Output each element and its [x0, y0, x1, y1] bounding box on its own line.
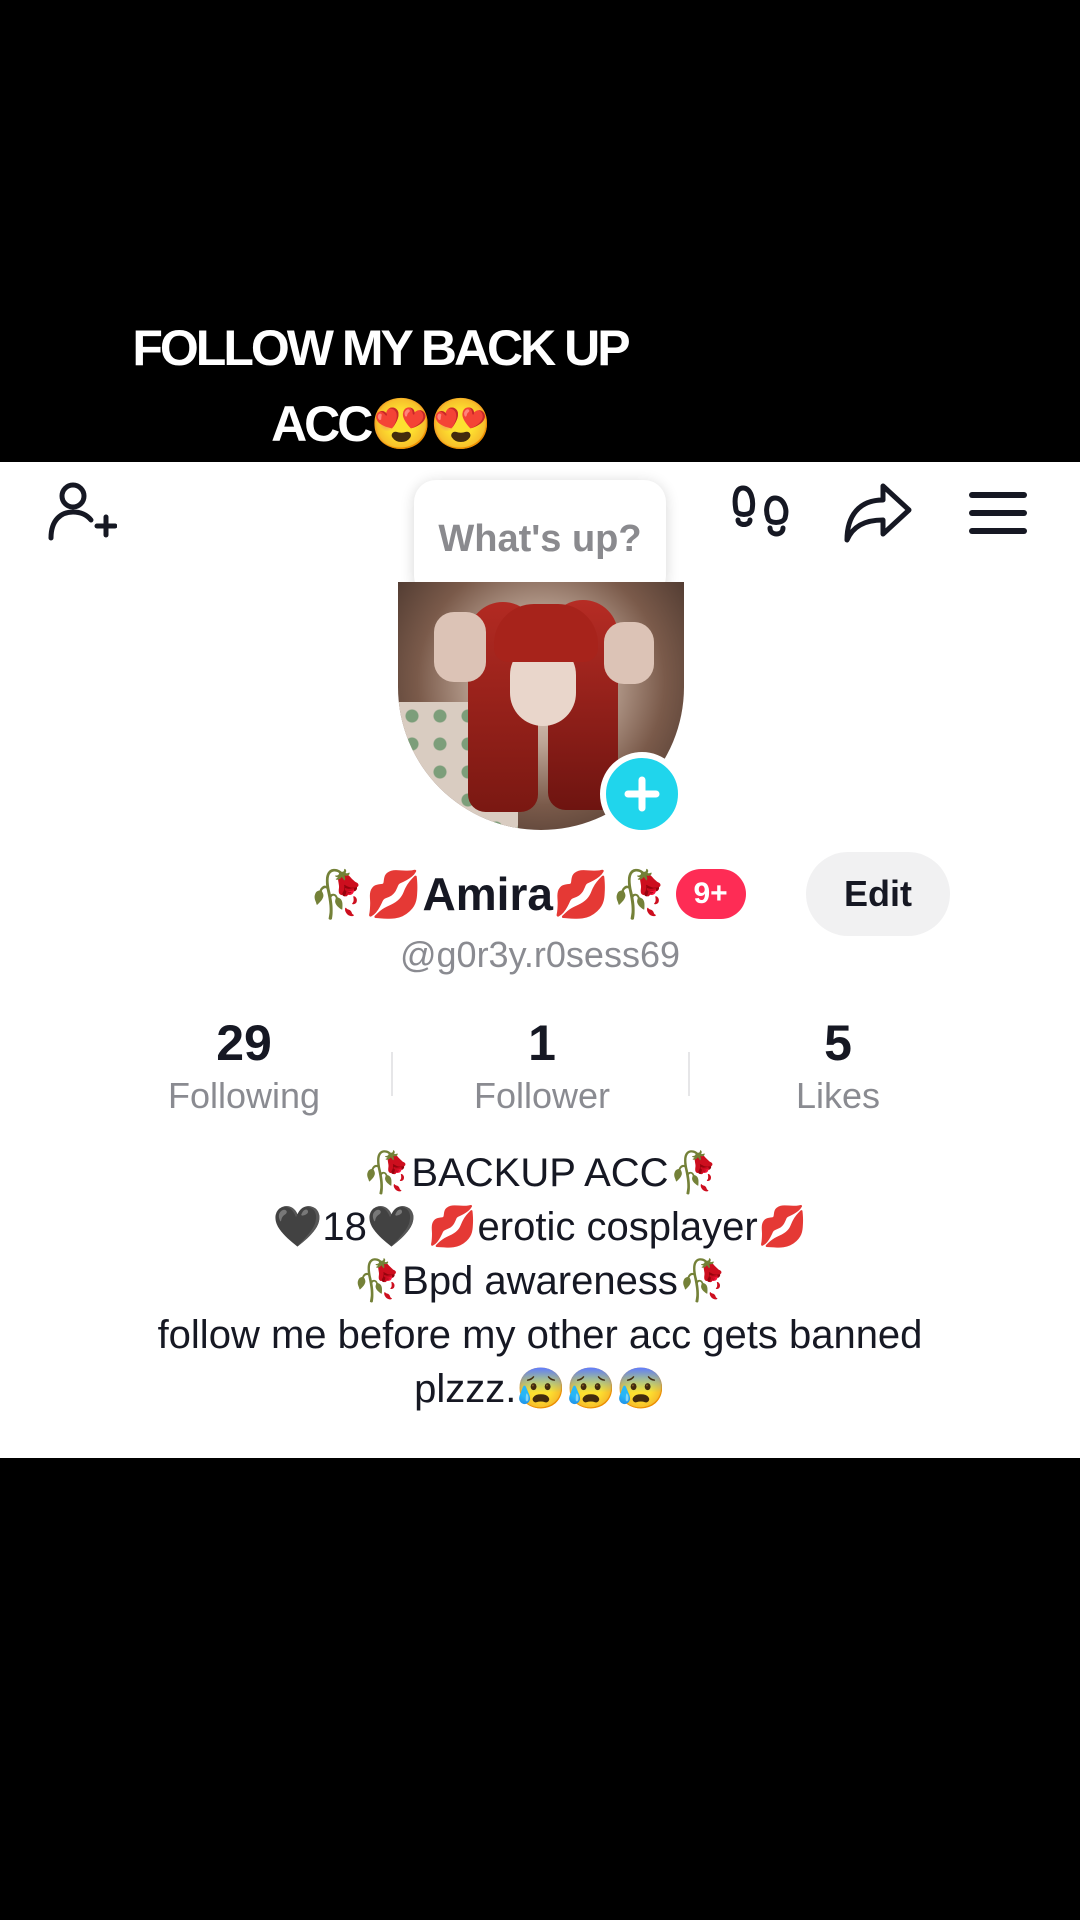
- avatar-hand: [434, 612, 486, 682]
- bubble-text: What's up?: [438, 517, 642, 560]
- caption-line-2: ACC😍😍: [271, 396, 492, 452]
- bio: 🥀BACKUP ACC🥀 🖤18🖤 💋erotic cosplayer💋 🥀Bp…: [80, 1146, 1000, 1416]
- followers-count: 1: [528, 1015, 556, 1071]
- bio-line: plzzz.😰😰😰: [414, 1367, 666, 1411]
- screen: FOLLOW MY BACK UP ACC😍😍 What's up? 🥀💋Ami…: [0, 0, 1080, 1920]
- avatar-hand: [604, 622, 654, 684]
- menu-icon[interactable]: [958, 478, 1038, 548]
- following-label: Following: [167, 1075, 321, 1116]
- likes-count: 5: [824, 1015, 852, 1071]
- stat-following[interactable]: 29 Following: [94, 1012, 394, 1118]
- notification-badge[interactable]: 9+: [675, 869, 746, 919]
- overlay-caption: FOLLOW MY BACK UP ACC😍😍: [60, 310, 700, 462]
- edit-profile-button[interactable]: Edit: [806, 852, 950, 936]
- add-photo-plus-icon[interactable]: [600, 752, 684, 836]
- bio-line: 🖤18🖤 💋erotic cosplayer💋: [272, 1205, 808, 1249]
- footprint-icon[interactable]: [722, 478, 802, 548]
- display-name: 🥀💋Amira💋🥀: [308, 867, 668, 920]
- whats-up-bubble[interactable]: What's up?: [414, 480, 666, 598]
- stat-followers[interactable]: 1 Follower: [392, 1012, 692, 1118]
- username-handle: @g0r3y.r0sess69: [399, 934, 680, 975]
- caption-line-1: FOLLOW MY BACK UP: [132, 320, 630, 376]
- share-icon[interactable]: [838, 478, 918, 548]
- stat-likes[interactable]: 5 Likes: [688, 1012, 988, 1118]
- name-row: 🥀💋Amira💋🥀 9+: [308, 862, 746, 926]
- add-friend-icon[interactable]: [42, 478, 122, 548]
- followers-label: Follower: [473, 1075, 611, 1116]
- stats-row: 29 Following 1 Follower 5 Likes: [0, 1012, 1080, 1122]
- avatar-hair: [494, 604, 598, 662]
- bio-line: follow me before my other acc gets banne…: [157, 1313, 923, 1357]
- likes-label: Likes: [795, 1075, 881, 1116]
- following-count: 29: [216, 1015, 272, 1071]
- bio-line: 🥀Bpd awareness🥀: [352, 1259, 728, 1303]
- bio-line: 🥀BACKUP ACC🥀: [361, 1151, 719, 1195]
